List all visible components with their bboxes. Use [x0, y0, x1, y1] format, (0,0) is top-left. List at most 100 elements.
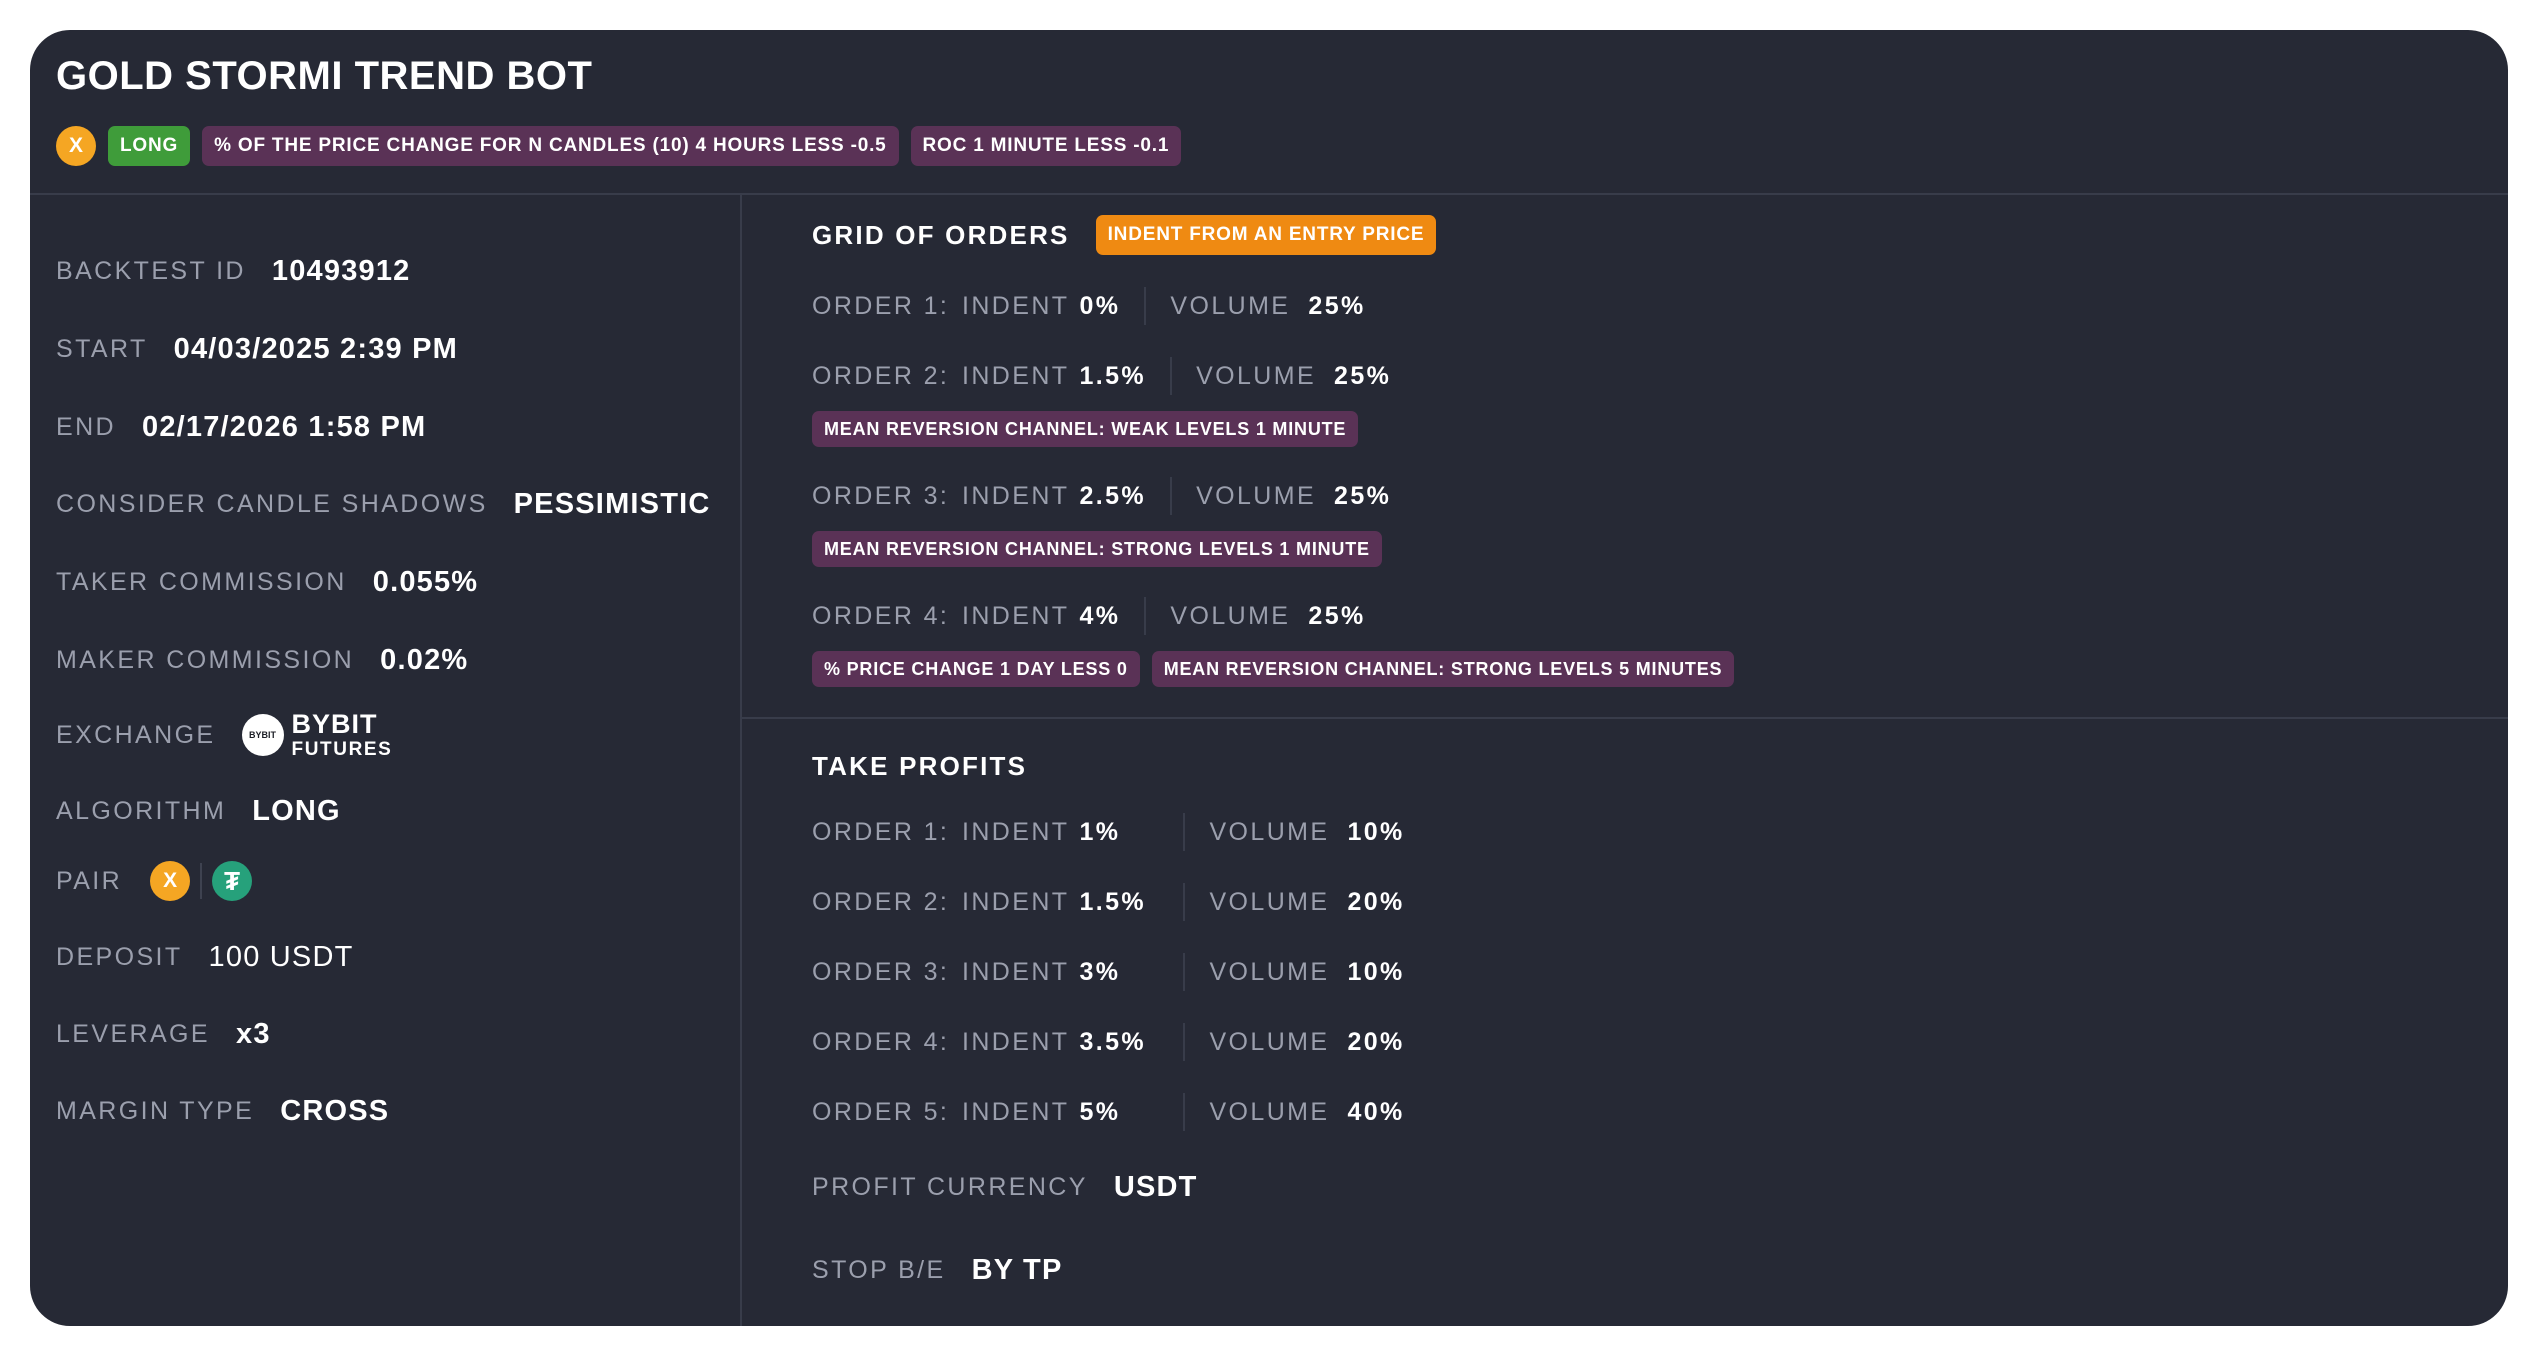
- indent-value: 1.5%: [1079, 361, 1147, 390]
- start-label: START: [56, 335, 148, 363]
- volume-value: 40%: [1347, 1097, 1405, 1126]
- order-name: ORDER 1:: [812, 817, 950, 846]
- grid-order-row: ORDER 4: INDENT 4% VOLUME 25%: [812, 597, 1366, 635]
- bot-title: GOLD STORMI TREND BOT: [56, 54, 593, 98]
- algorithm-value: LONG: [252, 795, 341, 827]
- volume-label: VOLUME: [1209, 1097, 1330, 1126]
- taker-commission-value: 0.055%: [372, 566, 479, 598]
- indent-label: INDENT: [962, 1027, 1070, 1056]
- indent-value: 2.5%: [1079, 481, 1147, 510]
- condition-tag: % PRICE CHANGE 1 DAY LESS 0: [812, 651, 1140, 687]
- deposit-label: DEPOSIT: [56, 943, 183, 971]
- row-divider: [1183, 883, 1186, 921]
- volume-value: 20%: [1347, 1027, 1405, 1056]
- gold-coin-icon: X: [56, 126, 96, 166]
- volume-value: 10%: [1347, 817, 1405, 846]
- row-divider: [1183, 1023, 1186, 1061]
- card-header: GOLD STORMI TREND BOT X LONG % OF THE PR…: [30, 30, 2508, 195]
- algorithm-row: ALGORITHM LONG: [56, 795, 341, 828]
- indent-value: 5%: [1079, 1097, 1121, 1126]
- taker-commission-row: TAKER COMMISSION 0.055%: [56, 566, 478, 599]
- volume-label: VOLUME: [1209, 817, 1330, 846]
- tp-order-row: ORDER 5: INDENT 5% VOLUME 40%: [812, 1093, 1405, 1131]
- profit-currency-row: PROFIT CURRENCY USDT: [812, 1171, 1198, 1204]
- volume-value: 25%: [1334, 361, 1392, 390]
- order-name: ORDER 4:: [812, 601, 950, 630]
- volume-value: 20%: [1347, 887, 1405, 916]
- exchange-value: BYBIT BYBIT FUTURES: [241, 709, 393, 760]
- candle-shadows-label: CONSIDER CANDLE SHADOWS: [56, 490, 488, 518]
- volume-value: 25%: [1308, 601, 1366, 630]
- indent-label: INDENT: [962, 361, 1070, 390]
- grid-title: GRID OF ORDERS: [812, 219, 1070, 250]
- row-divider: [1183, 953, 1186, 991]
- order-name: ORDER 3:: [812, 957, 950, 986]
- maker-commission-row: MAKER COMMISSION 0.02%: [56, 644, 468, 677]
- exchange-name-sub: FUTURES: [291, 739, 393, 760]
- bybit-logo-icon: BYBIT: [241, 714, 284, 756]
- indent-label: INDENT: [962, 1097, 1070, 1126]
- pair-divider: [200, 863, 203, 899]
- volume-label: VOLUME: [1170, 291, 1291, 320]
- usdt-coin-icon: ₮: [212, 861, 253, 901]
- volume-value: 10%: [1347, 957, 1405, 986]
- row-divider: [1170, 477, 1173, 515]
- backtest-id-label: BACKTEST ID: [56, 257, 246, 285]
- header-tags: X LONG % OF THE PRICE CHANGE FOR N CANDL…: [56, 126, 1182, 166]
- direction-badge: LONG: [108, 126, 191, 166]
- orders-panel: GRID OF ORDERS INDENT FROM AN ENTRY PRIC…: [742, 193, 2508, 1326]
- condition-tag: MEAN REVERSION CHANNEL: WEAK LEVELS 1 MI…: [812, 411, 1359, 447]
- tp-order-row: ORDER 1: INDENT 1% VOLUME 10%: [812, 813, 1405, 851]
- indent-value: 1.5%: [1079, 887, 1147, 916]
- order-name: ORDER 1:: [812, 291, 950, 320]
- grid-order-row: ORDER 2: INDENT 1.5% VOLUME 25%: [812, 357, 1391, 395]
- order-name: ORDER 3:: [812, 481, 950, 510]
- stop-be-row: STOP B/E BY TP: [812, 1254, 1063, 1287]
- exchange-row: EXCHANGE BYBIT BYBIT FUTURES: [56, 709, 393, 760]
- end-row: END 02/17/2026 1:58 PM: [56, 411, 426, 444]
- leverage-row: LEVERAGE x3: [56, 1018, 271, 1051]
- indent-value: 4%: [1079, 601, 1121, 630]
- leverage-label: LEVERAGE: [56, 1020, 210, 1048]
- grid-order-row: ORDER 3: INDENT 2.5% VOLUME 25%: [812, 477, 1391, 515]
- row-divider: [1183, 813, 1186, 851]
- margin-type-row: MARGIN TYPE CROSS: [56, 1095, 389, 1128]
- volume-label: VOLUME: [1196, 361, 1317, 390]
- row-divider: [1170, 357, 1173, 395]
- backtest-id-value: 10493912: [271, 255, 411, 287]
- order-name: ORDER 5:: [812, 1097, 950, 1126]
- tp-order-row: ORDER 3: INDENT 3% VOLUME 10%: [812, 953, 1405, 991]
- volume-label: VOLUME: [1170, 601, 1291, 630]
- indent-value: 0%: [1079, 291, 1121, 320]
- row-divider: [1144, 597, 1147, 635]
- order-name: ORDER 2:: [812, 887, 950, 916]
- grid-order-row: ORDER 1: INDENT 0% VOLUME 25%: [812, 287, 1366, 325]
- pair-label: PAIR: [56, 866, 123, 895]
- indent-label: INDENT: [962, 481, 1070, 510]
- grid-section-title: GRID OF ORDERS INDENT FROM AN ENTRY PRIC…: [812, 215, 1437, 255]
- condition-tag: MEAN REVERSION CHANNEL: STRONG LEVELS 1 …: [812, 531, 1382, 567]
- exchange-name-main: BYBIT: [291, 709, 378, 739]
- condition-tag: ROC 1 MINUTE LESS -0.1: [910, 126, 1182, 166]
- deposit-row: DEPOSIT 100 USDT: [56, 941, 354, 974]
- pair-row: PAIR X ₮: [56, 861, 253, 901]
- profit-currency-value: USDT: [1113, 1171, 1198, 1203]
- pair-value: X ₮: [150, 861, 253, 901]
- indent-label: INDENT: [962, 601, 1070, 630]
- indent-value: 1%: [1079, 817, 1121, 846]
- exchange-name: BYBIT FUTURES: [291, 709, 393, 760]
- end-value: 02/17/2026 1:58 PM: [141, 411, 427, 443]
- order-conditions: % PRICE CHANGE 1 DAY LESS 0 MEAN REVERSI…: [812, 651, 1735, 687]
- stop-be-value: BY TP: [971, 1254, 1063, 1286]
- details-panel: BACKTEST ID 10493912 START 04/03/2025 2:…: [30, 193, 742, 1326]
- order-name: ORDER 4:: [812, 1027, 950, 1056]
- start-row: START 04/03/2025 2:39 PM: [56, 333, 458, 366]
- maker-commission-value: 0.02%: [380, 644, 469, 676]
- indent-label: INDENT: [962, 887, 1070, 916]
- grid-indent-badge: INDENT FROM AN ENTRY PRICE: [1095, 215, 1437, 255]
- volume-label: VOLUME: [1209, 957, 1330, 986]
- section-divider: [742, 717, 2508, 719]
- maker-commission-label: MAKER COMMISSION: [56, 646, 355, 674]
- gold-coin-icon: X: [150, 861, 191, 901]
- order-conditions: MEAN REVERSION CHANNEL: STRONG LEVELS 1 …: [812, 531, 1382, 567]
